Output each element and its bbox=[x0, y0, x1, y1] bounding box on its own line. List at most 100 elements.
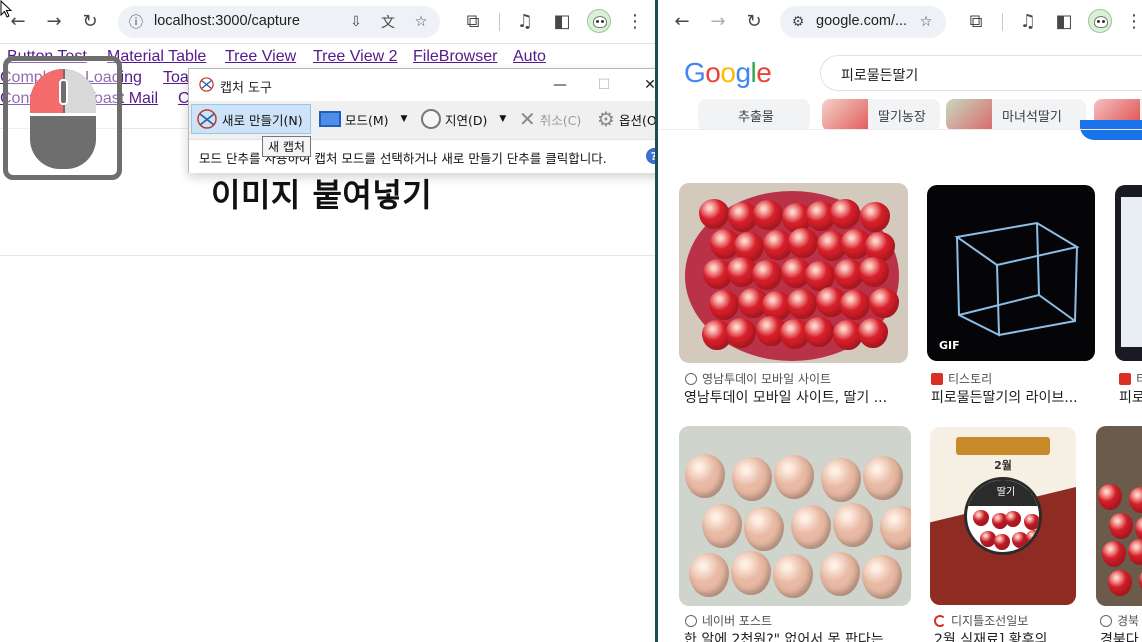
google-logo[interactable]: Google bbox=[684, 57, 772, 89]
install-app-icon[interactable]: ⇩ bbox=[346, 12, 366, 32]
reload-icon[interactable]: ↻ bbox=[742, 10, 766, 34]
media-control-icon[interactable]: ♫ bbox=[1016, 10, 1040, 34]
forward-arrow-icon[interactable]: → bbox=[706, 10, 730, 34]
extensions-icon[interactable]: ⧉ bbox=[461, 10, 485, 34]
result-source: 네이버 포스트 bbox=[685, 612, 772, 629]
results-divider bbox=[658, 129, 1142, 130]
nav-link-filebrowser[interactable]: FileBrowser bbox=[413, 48, 497, 66]
chip-strawberry-farm[interactable]: 딸기농장 bbox=[822, 99, 940, 129]
logo-letter: o bbox=[720, 57, 736, 88]
new-capture-label: 새로 만들기(N) bbox=[222, 112, 303, 128]
search-input[interactable]: 피로물든딸기 bbox=[820, 55, 1142, 91]
cancel-label: 취소(C) bbox=[539, 112, 582, 128]
related-search-chips: 추출물 딸기농장 마녀석딸기 bbox=[658, 99, 1142, 129]
result-source-name: 디지틀조선일보 bbox=[951, 614, 1029, 628]
forward-arrow-icon[interactable]: → bbox=[42, 10, 66, 34]
profile-avatar[interactable] bbox=[587, 9, 611, 33]
mode-label: 모드(M) bbox=[345, 112, 389, 128]
mode-button[interactable]: 모드(M) ▼ bbox=[317, 104, 407, 134]
result-title: 경북다 bbox=[1100, 632, 1139, 642]
result-source-name: 티스토리 bbox=[948, 372, 993, 386]
side-panel-icon[interactable]: ◧ bbox=[1052, 10, 1076, 34]
nav-link-tree-view[interactable]: Tree View bbox=[225, 48, 296, 66]
chip-extract[interactable]: 추출물 bbox=[698, 99, 810, 129]
translate-icon[interactable]: 文 bbox=[378, 12, 398, 32]
toolbar-separator bbox=[499, 13, 500, 31]
strawberry bbox=[699, 199, 729, 229]
strawberry bbox=[869, 287, 900, 318]
address-bar-url: google.com/... bbox=[816, 13, 908, 29]
nav-link-material-table[interactable]: Material Table bbox=[107, 48, 206, 66]
new-snip-scissors-icon bbox=[197, 109, 217, 129]
nav-link-auto[interactable]: Auto bbox=[513, 48, 546, 66]
strawberry bbox=[790, 504, 831, 549]
mouse-body bbox=[30, 69, 96, 169]
nav-link-tree-view-2[interactable]: Tree View 2 bbox=[313, 48, 397, 66]
gear-icon: ⚙ bbox=[597, 107, 615, 131]
strawberry bbox=[1023, 514, 1039, 530]
poster-name: 딸기 bbox=[967, 480, 1039, 506]
strawberry bbox=[858, 257, 889, 288]
address-bar[interactable]: ⚙ google.com/... ☆ bbox=[780, 6, 946, 38]
cancel-button[interactable]: ✕ 취소(C) bbox=[519, 104, 581, 134]
result-image-february-poster[interactable]: 2월 딸기 bbox=[930, 427, 1076, 605]
result-title: 피로물든딸기의 라이브... bbox=[931, 390, 1078, 406]
media-control-icon[interactable]: ♫ bbox=[513, 10, 537, 34]
site-settings-icon[interactable]: ⚙ bbox=[788, 12, 808, 32]
minimize-icon[interactable]: — bbox=[545, 73, 575, 97]
result-title: 영남투데이 모바일 사이트, 딸기 ... bbox=[684, 390, 888, 406]
result-image-partial[interactable] bbox=[1096, 426, 1142, 606]
strawberry bbox=[743, 506, 784, 551]
strawberry bbox=[857, 317, 888, 348]
strawberry bbox=[1108, 569, 1133, 596]
result-image-cube-gif[interactable]: GIF bbox=[927, 185, 1095, 361]
delay-button[interactable]: 지연(D) ▼ bbox=[421, 104, 506, 134]
chevron-down-icon[interactable]: ▼ bbox=[401, 114, 408, 124]
new-capture-tooltip: 새 캡처 bbox=[262, 136, 311, 157]
back-arrow-icon[interactable]: ← bbox=[670, 10, 694, 34]
screenshot-thumbnail bbox=[1121, 197, 1142, 347]
snipping-tool-window: 캡처 도구 — ☐ ✕ 새로 만들기(N) 모드(M) ▼ 지연(D) ▼ ✕ … bbox=[188, 68, 673, 173]
menu-kebab-icon[interactable]: ⋮ bbox=[623, 10, 647, 34]
chip-label: 추출물 bbox=[738, 109, 774, 125]
result-source-name: 경북 bbox=[1117, 614, 1140, 628]
bookmark-star-icon[interactable]: ☆ bbox=[916, 12, 936, 32]
maximize-icon[interactable]: ☐ bbox=[589, 73, 619, 97]
strawberry bbox=[862, 555, 902, 600]
chip-witch-strawberry[interactable]: 마녀석딸기 bbox=[946, 99, 1086, 129]
snipping-tool-titlebar[interactable]: 캡처 도구 — ☐ ✕ bbox=[189, 69, 672, 101]
address-bar[interactable]: ⓘ localhost:3000/capture ⇩ 文 ☆ bbox=[118, 6, 440, 38]
side-panel-icon[interactable]: ◧ bbox=[550, 10, 574, 34]
logo-letter: o bbox=[705, 57, 721, 88]
poster-strawberries bbox=[973, 510, 1039, 552]
page-divider bbox=[0, 255, 655, 256]
result-image-strawberry-bowl[interactable] bbox=[679, 183, 908, 363]
mouse-cursor-icon bbox=[0, 0, 12, 18]
strawberry bbox=[708, 289, 739, 320]
snipping-tool-message: 모드 단추를 사용하여 캡처 모드를 선택하거나 새로 만들기 단추를 클릭합니… bbox=[199, 151, 607, 166]
extensions-icon[interactable]: ⧉ bbox=[964, 10, 988, 34]
strawberry bbox=[751, 260, 782, 291]
cancel-x-icon: ✕ bbox=[519, 107, 536, 131]
strawberry bbox=[752, 200, 783, 230]
new-capture-button[interactable]: 새로 만들기(N) bbox=[191, 104, 311, 134]
strawberry bbox=[701, 503, 742, 548]
reload-icon[interactable]: ↻ bbox=[78, 10, 102, 34]
options-button[interactable]: ⚙ 옵션(O) bbox=[597, 104, 662, 134]
poster-month: 2월 bbox=[994, 459, 1012, 472]
result-source: 경북 bbox=[1100, 612, 1139, 629]
result-source: 티 bbox=[1119, 370, 1142, 387]
result-source: 티스토리 bbox=[931, 370, 992, 387]
chevron-down-icon[interactable]: ▼ bbox=[499, 114, 506, 124]
result-image-white-strawberries[interactable] bbox=[679, 426, 911, 606]
address-bar-url: localhost:3000/capture bbox=[154, 13, 300, 29]
profile-avatar[interactable] bbox=[1088, 9, 1112, 33]
info-icon[interactable]: ⓘ bbox=[126, 12, 146, 32]
menu-kebab-icon[interactable]: ⋮ bbox=[1122, 10, 1142, 34]
bookmark-star-icon[interactable]: ☆ bbox=[411, 12, 431, 32]
result-image-partial[interactable] bbox=[1115, 185, 1142, 361]
strawberry bbox=[786, 288, 817, 319]
strawberry bbox=[832, 502, 873, 547]
mouse-click-indicator-icon bbox=[3, 56, 122, 180]
result-source-name: 네이버 포스트 bbox=[702, 614, 773, 628]
